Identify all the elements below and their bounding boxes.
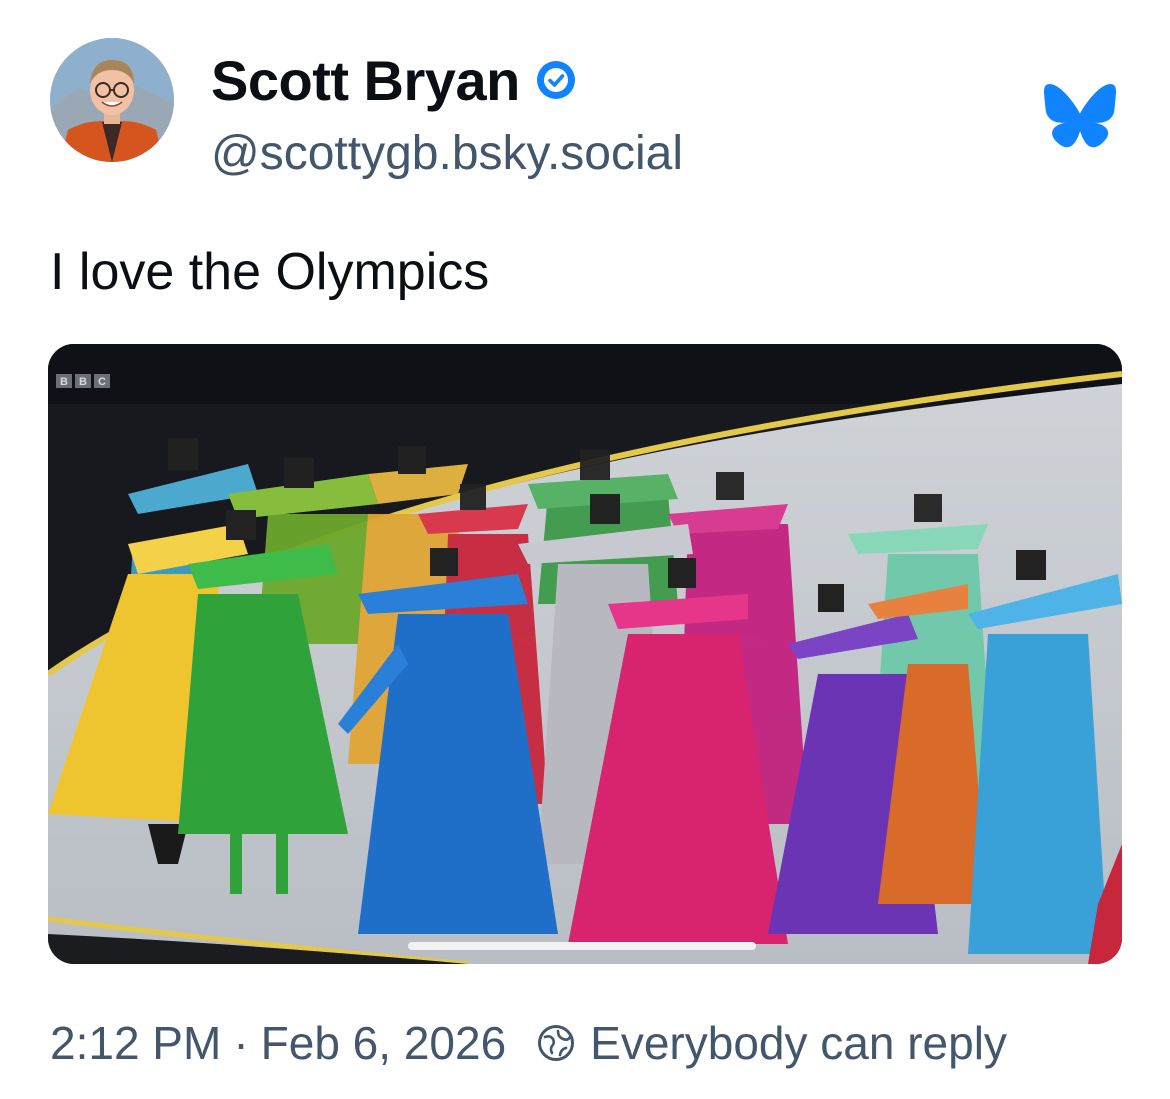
bluesky-butterfly-icon[interactable] bbox=[1044, 84, 1116, 148]
svg-text:B: B bbox=[60, 376, 68, 388]
olympic-ceremony-photo: B B C bbox=[48, 344, 1122, 964]
post-date[interactable]: Feb 6, 2026 bbox=[261, 1016, 507, 1070]
reply-settings-icon[interactable] bbox=[536, 1023, 576, 1063]
bbc-watermark: B B C bbox=[56, 374, 110, 388]
avatar-photo bbox=[50, 38, 174, 162]
svg-text:C: C bbox=[98, 376, 106, 388]
post-time[interactable]: 2:12 PM bbox=[50, 1016, 221, 1070]
post-footer: 2:12 PM · Feb 6, 2026 Everybody can repl… bbox=[50, 1012, 1007, 1074]
reply-setting-label[interactable]: Everybody can reply bbox=[590, 1016, 1007, 1070]
author-name-row: Scott Bryan bbox=[211, 44, 576, 116]
author-handle[interactable]: @scottygb.bsky.social bbox=[211, 126, 683, 181]
verified-check-icon[interactable] bbox=[536, 60, 576, 100]
avatar[interactable] bbox=[50, 38, 174, 162]
svg-text:B: B bbox=[79, 376, 87, 388]
footer-separator: · bbox=[233, 1017, 249, 1069]
post-image[interactable]: B B C bbox=[48, 344, 1122, 964]
post-text: I love the Olympics bbox=[50, 243, 490, 301]
author-display-name[interactable]: Scott Bryan bbox=[211, 48, 520, 113]
